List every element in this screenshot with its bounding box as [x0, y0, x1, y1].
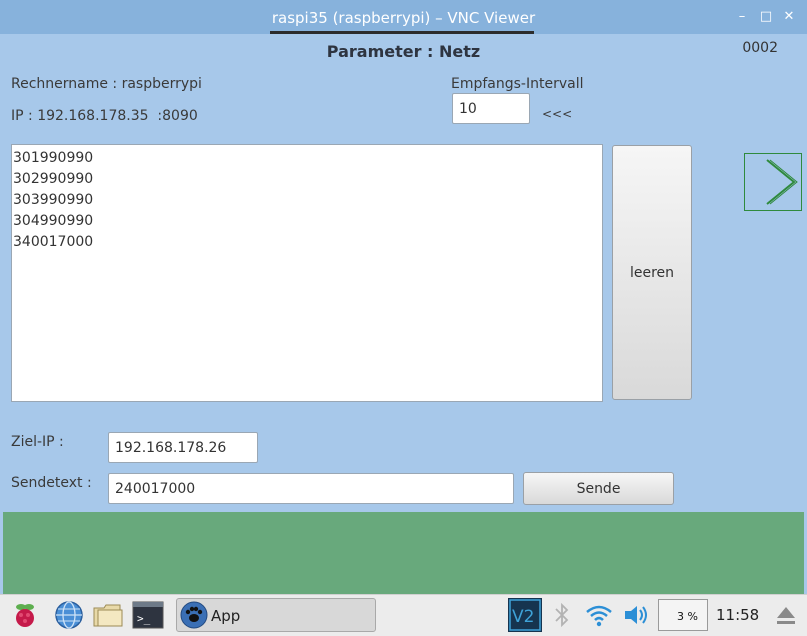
status-panel [3, 512, 804, 594]
taskbar-app-label: App [211, 607, 241, 625]
next-page-button[interactable] [744, 153, 802, 211]
raspberry-menu-icon[interactable] [10, 600, 40, 630]
received-line: 340017000 [13, 234, 94, 250]
window-title: raspi35 (raspberrypi) – VNC Viewer [271, 9, 536, 27]
paw-icon [180, 601, 208, 629]
terminal-icon[interactable]: >_ [132, 600, 164, 630]
target-ip-label: Ziel-IP : [11, 434, 64, 450]
svg-text:>_: >_ [137, 612, 151, 625]
received-line: 302990990 [13, 171, 94, 187]
taskbar: >_ App V2 3 % 11:58 [0, 594, 807, 636]
target-ip-input[interactable]: 192.168.178.26 [108, 432, 258, 463]
file-manager-icon[interactable] [92, 600, 123, 630]
ip-label: IP : 192.168.178.35 :8090 [11, 108, 198, 124]
cpu-monitor[interactable]: 3 % [658, 599, 708, 631]
vnc-icon[interactable]: V2 [508, 598, 542, 632]
interval-hint: <<< [542, 107, 573, 121]
send-button[interactable]: Sende [523, 472, 674, 505]
minimize-icon[interactable]: – [735, 10, 749, 24]
received-line: 304990990 [13, 213, 94, 229]
interval-input[interactable]: 10 [452, 93, 530, 124]
interval-label: Empfangs-Intervall [451, 76, 584, 92]
web-browser-icon[interactable] [54, 600, 84, 630]
maximize-icon[interactable]: □ [759, 10, 773, 24]
clock[interactable]: 11:58 [716, 606, 759, 624]
wifi-icon[interactable] [584, 600, 614, 630]
volume-icon[interactable] [622, 600, 652, 630]
close-icon[interactable]: ✕ [782, 10, 796, 24]
counter-label: 0002 [742, 40, 778, 56]
send-text-input[interactable]: 240017000 [108, 473, 514, 504]
window-titlebar[interactable]: raspi35 (raspberrypi) – VNC Viewer – □ ✕ [0, 0, 807, 34]
taskbar-app-button[interactable]: App [176, 598, 376, 632]
app-content: Parameter : Netz 0002 Rechnername : rasp… [3, 34, 804, 594]
received-line: 301990990 [13, 150, 94, 166]
cpu-usage-label: 3 % [677, 610, 698, 623]
received-line: 303990990 [13, 192, 94, 208]
svg-text:V2: V2 [512, 607, 534, 627]
page-title: Parameter : Netz [326, 42, 481, 61]
received-textarea[interactable]: 301990990 302990990 303990990 304990990 … [11, 144, 603, 402]
eject-icon[interactable] [774, 600, 804, 630]
bluetooth-icon[interactable] [552, 600, 582, 630]
send-text-label: Sendetext : [11, 475, 92, 491]
chevron-right-icon [766, 159, 798, 205]
clear-button[interactable]: leeren [612, 145, 692, 400]
computer-name-label: Rechnername : raspberrypi [11, 76, 202, 92]
